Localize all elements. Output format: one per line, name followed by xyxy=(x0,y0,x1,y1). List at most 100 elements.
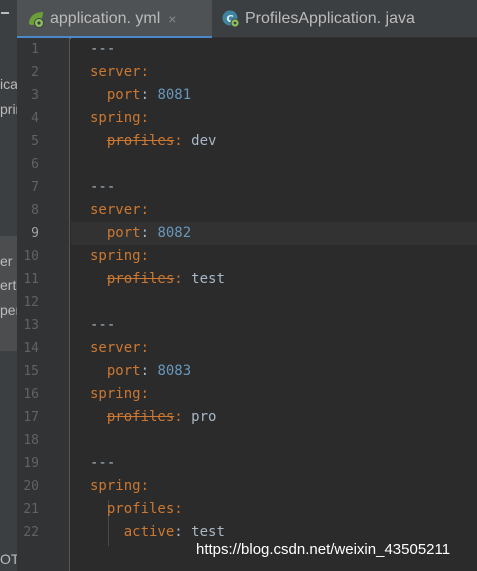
tab-label: application. yml xyxy=(50,10,161,27)
yaml-key: profiles xyxy=(106,501,175,517)
code-value: : xyxy=(140,87,158,103)
code-value: --- xyxy=(90,179,116,195)
yaml-key: port xyxy=(106,225,141,241)
project-panel-sliver: ica prin er ert per OT xyxy=(0,0,17,571)
yaml-key: : xyxy=(140,386,150,402)
tab-profiles-application-java[interactable]: C ProfilesApplication. java xyxy=(214,0,477,38)
minimize-icon[interactable] xyxy=(1,12,9,14)
line-number: 18 xyxy=(23,433,39,448)
line-number: 21 xyxy=(23,502,39,517)
yaml-key: : xyxy=(140,478,150,494)
port-value: 8081 xyxy=(157,87,192,103)
close-icon[interactable]: × xyxy=(168,11,176,27)
project-tree-item[interactable]: ica xyxy=(0,76,17,92)
code-line: --- xyxy=(90,452,115,475)
line-number: 8 xyxy=(31,203,39,218)
code-value: : xyxy=(140,363,158,379)
line-number: 22 xyxy=(23,525,39,540)
yaml-key: : xyxy=(174,133,183,149)
line-number: 11 xyxy=(23,272,39,287)
code-line: --- xyxy=(90,176,115,199)
yaml-key: spring xyxy=(90,110,141,126)
code-line: spring: xyxy=(90,383,149,406)
yaml-key: : xyxy=(140,202,150,218)
line-number-gutter: 1 2 3 4 5 6 7 8 9 10 11 12 13 14 15 16 17 18 19 20 21 22 xyxy=(17,38,88,571)
code-line: port: 8081 xyxy=(90,84,191,107)
code-line: server: xyxy=(90,199,149,222)
yaml-key: : xyxy=(140,248,150,264)
yaml-key: server xyxy=(90,64,141,80)
code-line: profiles: test xyxy=(90,268,225,291)
line-number: 3 xyxy=(31,88,39,103)
code-value: : xyxy=(140,225,158,241)
line-number: 14 xyxy=(23,341,39,356)
line-number: 7 xyxy=(31,180,39,195)
project-tree-item[interactable]: OT xyxy=(0,551,17,567)
code-line: profiles: xyxy=(90,498,183,521)
code-value: --- xyxy=(90,455,116,471)
code-line: spring: xyxy=(90,107,149,130)
yaml-key: spring xyxy=(90,386,141,402)
yaml-key: : xyxy=(174,501,183,517)
yaml-key: : xyxy=(174,271,183,287)
line-number: 19 xyxy=(23,456,39,471)
code-value: test xyxy=(182,271,225,287)
code-line: port: 8082 xyxy=(90,222,191,245)
line-number: 10 xyxy=(23,249,39,264)
project-tree-item[interactable]: er xyxy=(0,253,12,269)
yaml-key: port xyxy=(106,87,141,103)
project-tree-item[interactable]: per xyxy=(0,302,17,318)
line-number: 15 xyxy=(23,364,39,379)
spring-boot-class-icon: C xyxy=(222,10,240,28)
yaml-key: active xyxy=(123,524,175,540)
code-line: --- xyxy=(90,314,115,337)
code-value: : xyxy=(174,524,192,540)
code-line: spring: xyxy=(90,475,149,498)
line-number: 6 xyxy=(31,157,39,172)
line-number: 16 xyxy=(23,387,39,402)
code-editor[interactable]: --- server: port: 8081 spring: profiles: d… xyxy=(71,38,477,571)
yaml-key: server xyxy=(90,340,141,356)
line-number: 17 xyxy=(23,410,39,425)
line-number: 1 xyxy=(31,42,39,57)
line-number: 2 xyxy=(31,65,39,80)
yaml-key: : xyxy=(140,64,150,80)
code-value: dev xyxy=(182,133,217,149)
project-tree-item[interactable]: ert xyxy=(0,277,16,293)
code-line: server: xyxy=(90,61,149,84)
yaml-key: profiles xyxy=(106,409,175,425)
code-value: --- xyxy=(90,317,116,333)
code-line: server: xyxy=(90,337,149,360)
yaml-key: profiles xyxy=(106,133,175,149)
spring-yaml-file-icon xyxy=(27,10,45,28)
yaml-key: spring xyxy=(90,478,141,494)
yaml-key: : xyxy=(140,110,150,126)
yaml-key: profiles xyxy=(106,271,175,287)
line-number: 4 xyxy=(31,111,39,126)
code-line: profiles: pro xyxy=(90,406,217,429)
watermark-text: https://blog.csdn.net/weixin_43505211 xyxy=(196,541,451,558)
code-value: test xyxy=(191,524,225,540)
code-value: pro xyxy=(182,409,217,425)
tab-application-yml[interactable]: application. yml × xyxy=(17,0,212,39)
port-value: 8083 xyxy=(157,363,192,379)
yaml-key: : xyxy=(174,409,183,425)
line-number: 12 xyxy=(23,295,39,310)
project-tree-item[interactable]: prin xyxy=(0,101,17,117)
code-value: --- xyxy=(90,41,116,57)
line-number: 5 xyxy=(31,134,39,149)
port-value: 8082 xyxy=(157,225,192,241)
line-number: 13 xyxy=(23,318,39,333)
line-number: 20 xyxy=(23,479,39,494)
yaml-key: spring xyxy=(90,248,141,264)
code-line: --- xyxy=(90,38,115,61)
code-line: port: 8083 xyxy=(90,360,191,383)
editor-tab-bar: application. yml × C ProfilesApplication… xyxy=(17,0,477,39)
yaml-key: server xyxy=(90,202,141,218)
code-line: spring: xyxy=(90,245,149,268)
yaml-key: port xyxy=(106,363,141,379)
code-line: profiles: dev xyxy=(90,130,217,153)
yaml-key: : xyxy=(140,340,150,356)
tab-label: ProfilesApplication. java xyxy=(245,10,415,27)
line-number: 9 xyxy=(31,226,39,241)
